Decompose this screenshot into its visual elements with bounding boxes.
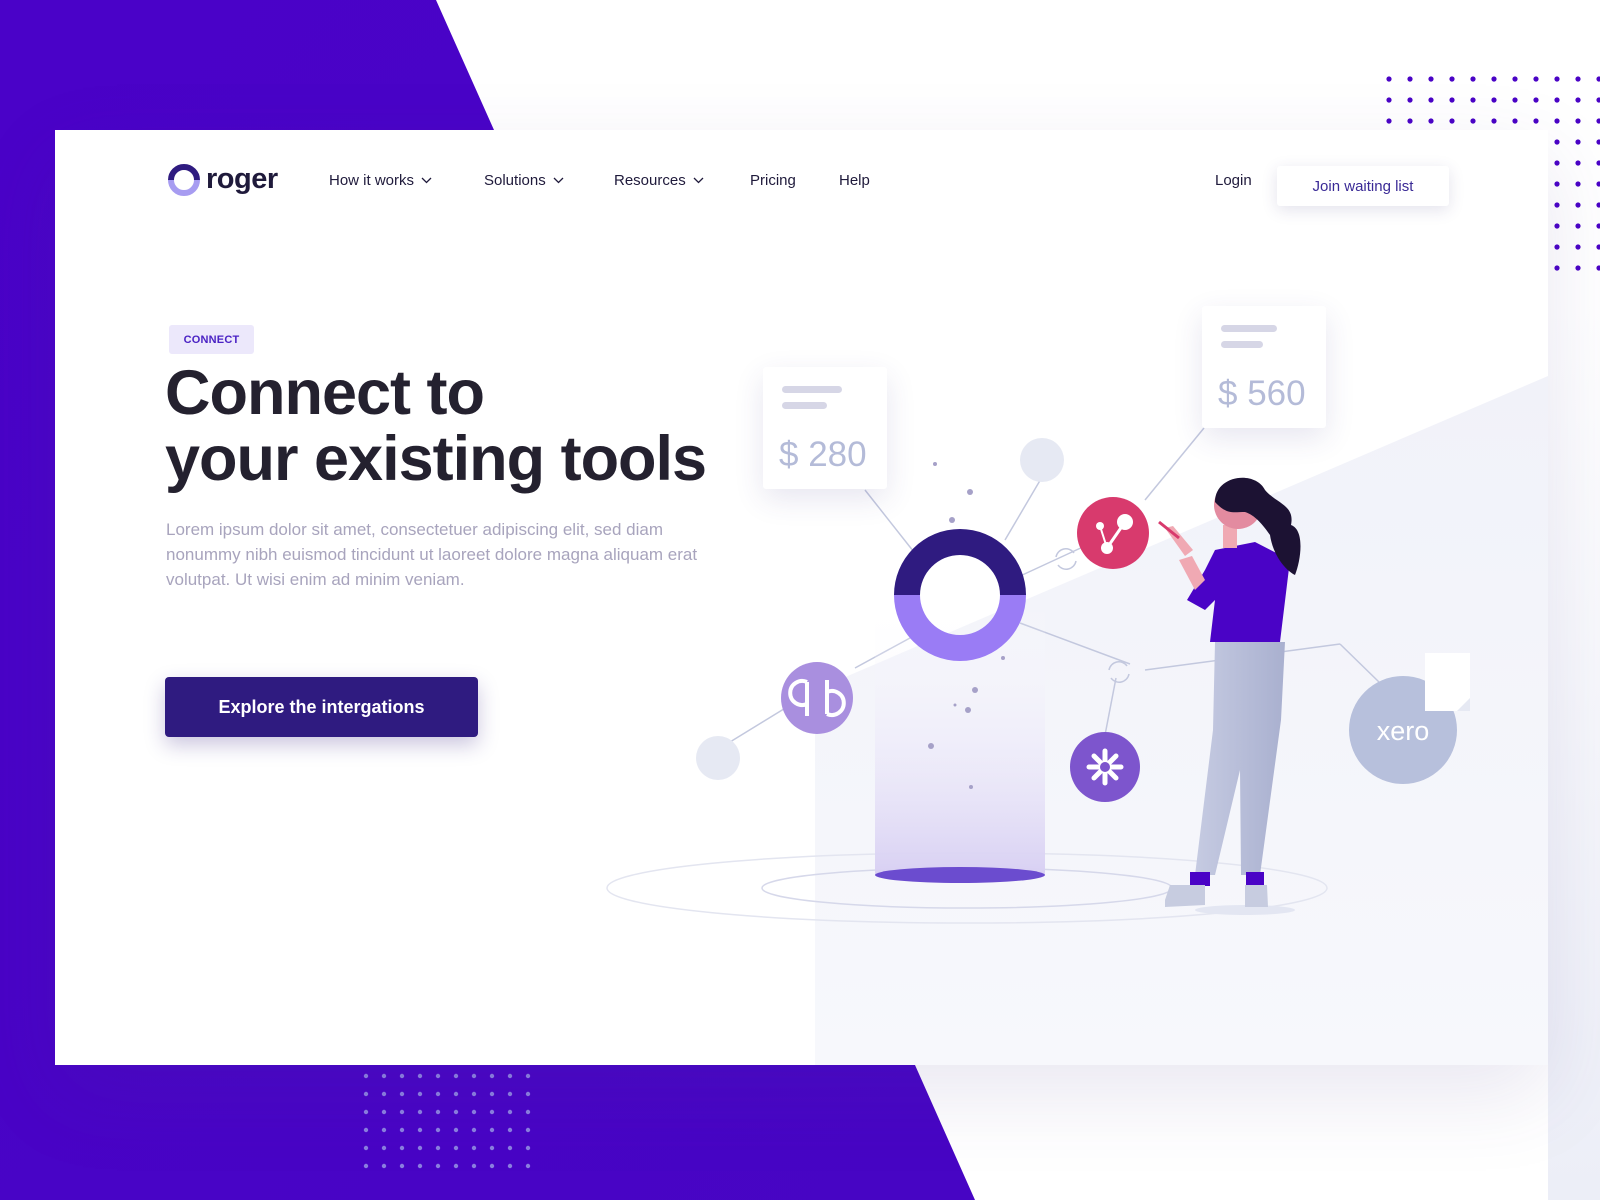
chevron-down-icon xyxy=(421,177,432,184)
price-card-bar xyxy=(782,386,842,393)
price-card-bar xyxy=(1221,325,1277,332)
card-background xyxy=(815,376,1548,1065)
nav-help-label: Help xyxy=(839,172,870,189)
nav-pricing[interactable]: Pricing xyxy=(750,172,796,189)
price-amount: $ 560 xyxy=(1218,374,1306,413)
logo[interactable]: roger xyxy=(168,163,278,196)
nav-solutions[interactable]: Solutions xyxy=(484,172,564,189)
hero-card: roger How it works Solutions Resources P… xyxy=(55,130,1548,1065)
hero-title-line-1: Connect to xyxy=(165,358,485,428)
chevron-down-icon xyxy=(693,177,704,184)
explore-integrations-button[interactable]: Explore the intergations xyxy=(165,677,478,737)
join-waiting-list-button[interactable]: Join waiting list xyxy=(1277,166,1449,206)
price-amount: $ 280 xyxy=(779,435,867,474)
nav-solutions-label: Solutions xyxy=(484,172,546,189)
price-card: $ 280 xyxy=(763,367,887,489)
nav-resources[interactable]: Resources xyxy=(614,172,704,189)
nav-how-it-works-label: How it works xyxy=(329,172,415,189)
hero-title-line-2: your existing tools xyxy=(165,424,707,494)
nav-how-it-works[interactable]: How it works xyxy=(329,172,432,189)
nav-help[interactable]: Help xyxy=(839,172,870,189)
logo-text: roger xyxy=(206,163,278,195)
hero-description: Lorem ipsum dolor sit amet, consectetuer… xyxy=(166,520,698,589)
hero-title: Connect to your existing tools xyxy=(165,360,785,492)
nav-pricing-label: Pricing xyxy=(750,172,796,189)
login-link[interactable]: Login xyxy=(1215,172,1252,189)
price-card-bar xyxy=(782,402,827,409)
price-card-bar xyxy=(1221,341,1263,348)
section-badge: CONNECT xyxy=(169,325,254,354)
logo-mark-icon xyxy=(168,163,200,196)
chevron-down-icon xyxy=(553,177,564,184)
price-card: $ 560 xyxy=(1202,306,1326,428)
nav-resources-label: Resources xyxy=(614,172,686,189)
dot-pattern-bottom xyxy=(363,1073,531,1169)
